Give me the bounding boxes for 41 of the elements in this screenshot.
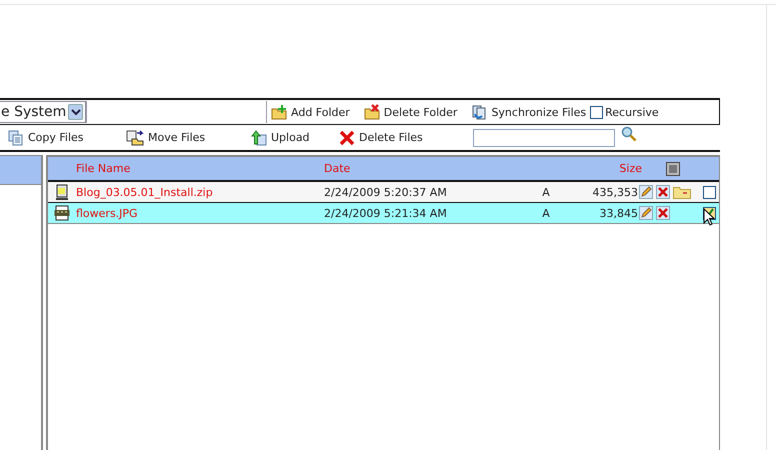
move-icon (126, 130, 144, 146)
file-date: 2/24/2009 5:21:34 AM (324, 206, 448, 220)
cursor-icon (703, 208, 715, 226)
file-row[interactable]: Blog_03.05.01_Install.zip 2/24/2009 5:20:37 AM A 435,353 (48, 182, 719, 203)
delete-folder-icon (364, 104, 380, 120)
file-attribute: A (541, 206, 551, 220)
file-size: 33,845 (598, 206, 638, 220)
upload-button[interactable]: Upload (251, 130, 339, 146)
delete-button[interactable]: Delete Files (339, 130, 469, 146)
file-date: 2/24/2009 5:20:37 AM (324, 186, 448, 198)
sync-button[interactable]: Synchronize Files (471, 104, 586, 120)
drive-select[interactable]: e System (0, 101, 86, 123)
file-name[interactable]: Blog_03.05.01_Install.zip (76, 186, 324, 198)
file-name[interactable]: flowers.JPG (76, 206, 324, 220)
folder-icon[interactable] (673, 185, 691, 199)
row-checkbox[interactable] (702, 186, 716, 198)
archive-icon (54, 184, 70, 200)
edit-icon[interactable] (639, 185, 653, 199)
recursive-label: Recursive (605, 106, 659, 118)
sync-icon (471, 104, 488, 120)
edit-icon[interactable] (639, 206, 653, 220)
delete-icon[interactable] (656, 185, 670, 199)
file-row[interactable]: flowers.JPG 2/24/2009 5:21:34 AM A 33,845 (48, 203, 719, 224)
select-all-icon[interactable] (666, 162, 680, 176)
image-file-icon (54, 205, 70, 221)
copy-button[interactable]: Copy Files (8, 130, 126, 146)
recursive-checkbox[interactable] (590, 106, 604, 118)
dropdown-icon (68, 104, 83, 120)
search-field[interactable] (473, 128, 615, 146)
copy-icon (8, 130, 24, 146)
upload-icon (251, 130, 267, 146)
file-attribute: A (541, 186, 551, 198)
search-icon[interactable] (621, 126, 637, 142)
delete-folder-button[interactable]: Delete Folder (364, 104, 458, 120)
add-folder-button[interactable]: Add Folder (271, 104, 350, 120)
file-size: 435,353 (592, 186, 638, 198)
add-folder-icon (271, 104, 287, 120)
delete-icon[interactable] (656, 206, 670, 220)
path-field[interactable] (86, 101, 267, 123)
delete-icon (339, 130, 355, 146)
move-button[interactable]: Move Files (126, 130, 251, 146)
